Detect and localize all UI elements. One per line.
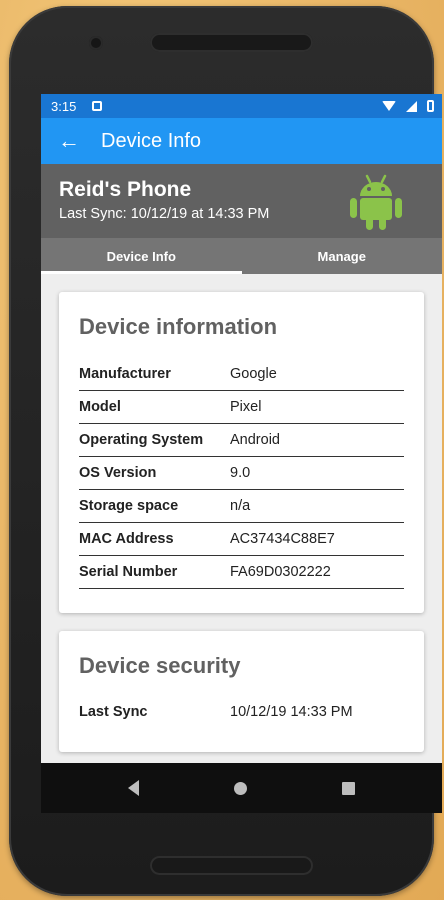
front-camera [89, 36, 103, 50]
table-row: Serial Number FA69D0302222 [79, 556, 404, 589]
active-tab-indicator [41, 271, 242, 274]
android-icon [350, 174, 402, 230]
notification-icon [92, 101, 103, 111]
row-value: 10/12/19 14:33 PM [230, 703, 353, 720]
device-security-card: Device security Last Sync 10/12/19 14:33… [59, 631, 424, 752]
table-row: Manufacturer Google [79, 358, 404, 391]
table-row: Operating System Android [79, 424, 404, 457]
row-value: Google [230, 366, 277, 382]
card-title: Device security [79, 653, 241, 678]
battery-icon [427, 100, 434, 112]
status-time: 3:15 [51, 98, 77, 114]
row-label: Serial Number [79, 564, 178, 580]
row-value: Pixel [230, 399, 262, 415]
status-bar: 3:15 [41, 94, 442, 118]
content-scroll[interactable]: Device information Manufacturer Google M… [41, 274, 442, 794]
nav-home-icon[interactable] [233, 781, 247, 795]
back-arrow-icon[interactable]: ← [49, 128, 89, 154]
row-value: AC37434C88E7 [230, 531, 335, 547]
tab-device-info[interactable]: Device Info [41, 238, 242, 274]
status-icons [382, 100, 434, 112]
earpiece-speaker [150, 33, 313, 52]
wifi-icon [382, 101, 396, 111]
table-row: OS Version 9.0 [79, 457, 404, 490]
tab-bar: Device Info Manage [41, 238, 442, 274]
row-label: Model [79, 399, 121, 415]
system-nav-bar [41, 763, 442, 813]
phone-frame: 3:15 ← Device Info Reid's Phone Last Syn… [9, 6, 442, 896]
signal-icon [406, 100, 417, 112]
row-label: MAC Address [79, 531, 174, 547]
nav-recents-icon[interactable] [341, 781, 355, 795]
table-row: Storage space n/a [79, 490, 404, 523]
row-label: OS Version [79, 465, 157, 481]
screen: 3:15 ← Device Info Reid's Phone Last Syn… [41, 94, 442, 813]
row-value: n/a [230, 498, 251, 514]
bottom-speaker [150, 856, 313, 875]
row-label: Manufacturer [79, 366, 171, 382]
row-label: Storage space [79, 498, 179, 514]
nav-back-icon[interactable] [128, 780, 140, 796]
tab-manage[interactable]: Manage [242, 238, 443, 274]
row-value: 9.0 [230, 465, 251, 481]
device-header: Reid's Phone Last Sync: 10/12/19 at 14:3… [41, 164, 442, 238]
device-information-card: Device information Manufacturer Google M… [59, 292, 424, 613]
table-row: Last Sync 10/12/19 14:33 PM [79, 695, 404, 728]
row-label: Operating System [79, 432, 204, 448]
table-row: MAC Address AC37434C88E7 [79, 523, 404, 556]
card-title: Device information [79, 314, 278, 339]
row-value: Android [230, 432, 280, 448]
row-label: Last Sync [79, 703, 148, 720]
table-row: Model Pixel [79, 391, 404, 424]
page-title: Device Info [101, 129, 202, 152]
row-value: FA69D0302222 [230, 564, 331, 580]
app-bar: ← Device Info [41, 118, 442, 164]
